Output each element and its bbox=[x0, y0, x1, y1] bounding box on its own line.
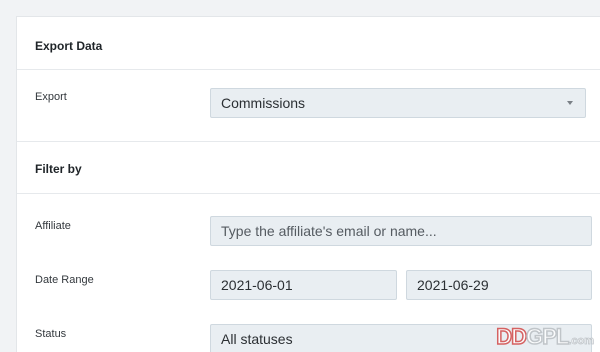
chevron-down-icon bbox=[567, 101, 573, 105]
divider bbox=[17, 193, 600, 194]
affiliate-label: Affiliate bbox=[35, 220, 71, 232]
watermark-part: DD bbox=[496, 323, 528, 350]
watermark-part: .com bbox=[568, 335, 594, 348]
watermark-logo: DD GPL .com bbox=[496, 323, 595, 350]
export-label: Export bbox=[35, 91, 67, 103]
export-data-heading: Export Data bbox=[35, 39, 103, 53]
date-range-label: Date Range bbox=[35, 274, 94, 286]
watermark-part: GPL bbox=[525, 323, 570, 350]
status-select-value: All statuses bbox=[221, 331, 293, 347]
date-end-value: 2021-06-29 bbox=[417, 277, 489, 293]
affiliate-search-input[interactable]: Type the affiliate's email or name... bbox=[210, 216, 592, 246]
filter-by-heading: Filter by bbox=[35, 162, 82, 176]
date-start-value: 2021-06-01 bbox=[221, 277, 293, 293]
divider bbox=[17, 69, 600, 70]
affiliate-placeholder: Type the affiliate's email or name... bbox=[221, 223, 437, 239]
status-label: Status bbox=[35, 328, 67, 340]
export-select-value: Commissions bbox=[221, 95, 306, 111]
divider bbox=[17, 141, 600, 142]
date-end-input[interactable]: 2021-06-29 bbox=[406, 270, 592, 300]
date-start-input[interactable]: 2021-06-01 bbox=[210, 270, 397, 300]
export-panel: Export Data Export Commissions Filter by… bbox=[16, 16, 600, 352]
export-select[interactable]: Commissions bbox=[210, 88, 586, 118]
